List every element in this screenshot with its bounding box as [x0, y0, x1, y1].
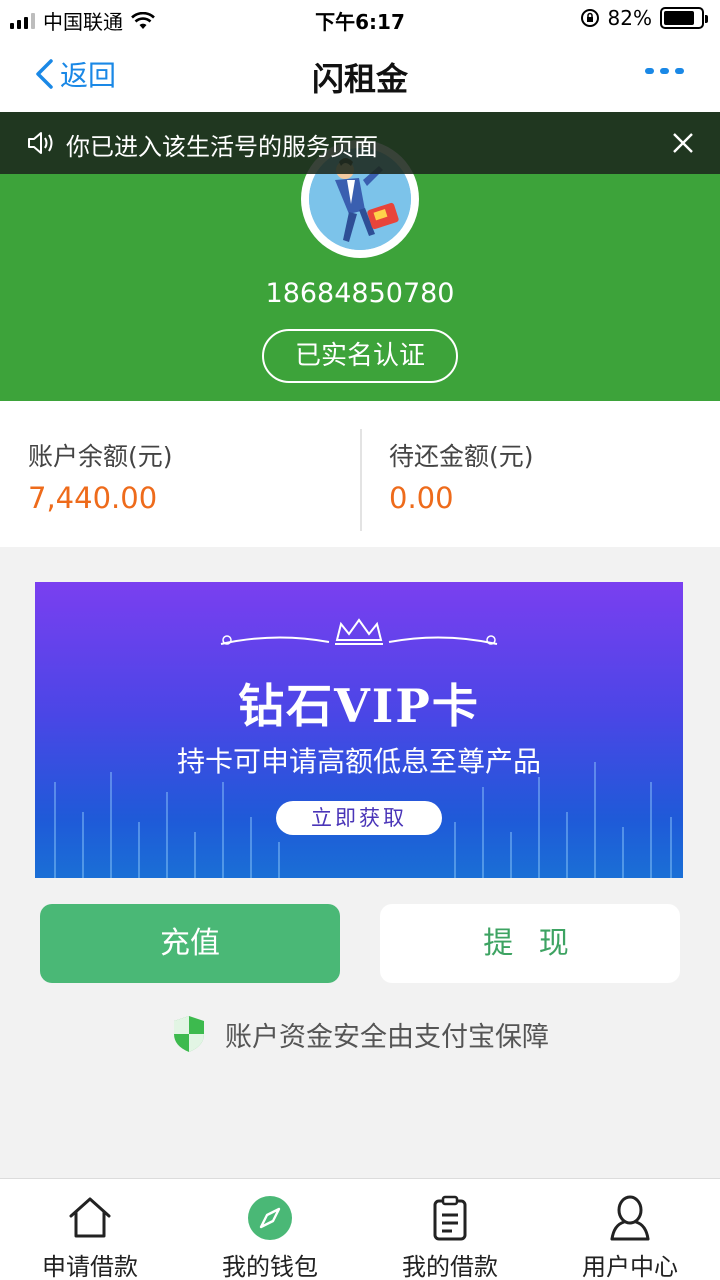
compass-icon: [248, 1196, 292, 1240]
nav-bar: 返回 闪租金: [0, 36, 720, 112]
clipboard-icon: [433, 1195, 467, 1241]
balance-panel: 账户余额(元) 7,440.00 待还金额(元) 0.00: [0, 401, 720, 547]
tab-label: 申请借款: [42, 1253, 138, 1280]
tab-user-center[interactable]: 用户中心: [540, 1193, 720, 1280]
shield-icon: [174, 1016, 204, 1052]
page-title: 闪租金: [311, 60, 408, 98]
tab-bar: 申请借款 我的钱包 我的借款 用户中心: [0, 1178, 720, 1280]
due-amount-label: 待还金额(元): [389, 442, 534, 471]
tab-label: 用户中心: [582, 1253, 678, 1280]
status-right: 82%: [580, 6, 708, 30]
tab-label: 我的借款: [402, 1253, 498, 1280]
rotation-lock-icon: [580, 9, 599, 27]
close-icon[interactable]: [672, 132, 694, 154]
banner-title: 钻石VIP卡: [238, 679, 480, 733]
battery-icon: [660, 7, 708, 29]
home-icon: [69, 1197, 111, 1238]
service-notice: 你已进入该生活号的服务页面: [0, 112, 720, 174]
banner-subtitle: 持卡可申请高额低息至尊产品: [176, 745, 541, 778]
tab-label: 我的钱包: [222, 1253, 318, 1280]
divider: [360, 429, 362, 531]
tab-my-loans[interactable]: 我的借款: [360, 1193, 540, 1280]
vip-banner[interactable]: 钻石VIP卡 持卡可申请高额低息至尊产品 立即获取: [35, 582, 683, 878]
account-balance: 账户余额(元) 7,440.00: [28, 437, 173, 515]
get-now-button[interactable]: 立即获取: [276, 801, 442, 835]
account-balance-value: 7,440.00: [28, 481, 158, 515]
security-note-text: 账户资金安全由支付宝保障: [225, 1021, 549, 1053]
verified-badge[interactable]: 已实名认证: [262, 329, 458, 383]
tab-apply-loan[interactable]: 申请借款: [0, 1193, 180, 1280]
account-balance-label: 账户余额(元): [28, 442, 173, 471]
phone-number: 18684850780: [265, 278, 455, 309]
more-icon[interactable]: [645, 68, 684, 74]
withdraw-button[interactable]: 提 现: [380, 904, 680, 983]
due-amount: 待还金额(元) 0.00: [389, 437, 534, 515]
user-icon: [610, 1195, 650, 1241]
recharge-button[interactable]: 充值: [40, 904, 340, 983]
status-bar: 中国联通 下午6:17 82%: [0, 0, 720, 36]
notice-text: 你已进入该生活号的服务页面: [66, 133, 378, 161]
tab-my-wallet[interactable]: 我的钱包: [180, 1193, 360, 1280]
security-note: 账户资金安全由支付宝保障: [0, 1014, 720, 1054]
due-amount-value: 0.00: [389, 481, 454, 515]
battery-percent: 82%: [607, 6, 652, 30]
speaker-icon: [28, 132, 53, 154]
